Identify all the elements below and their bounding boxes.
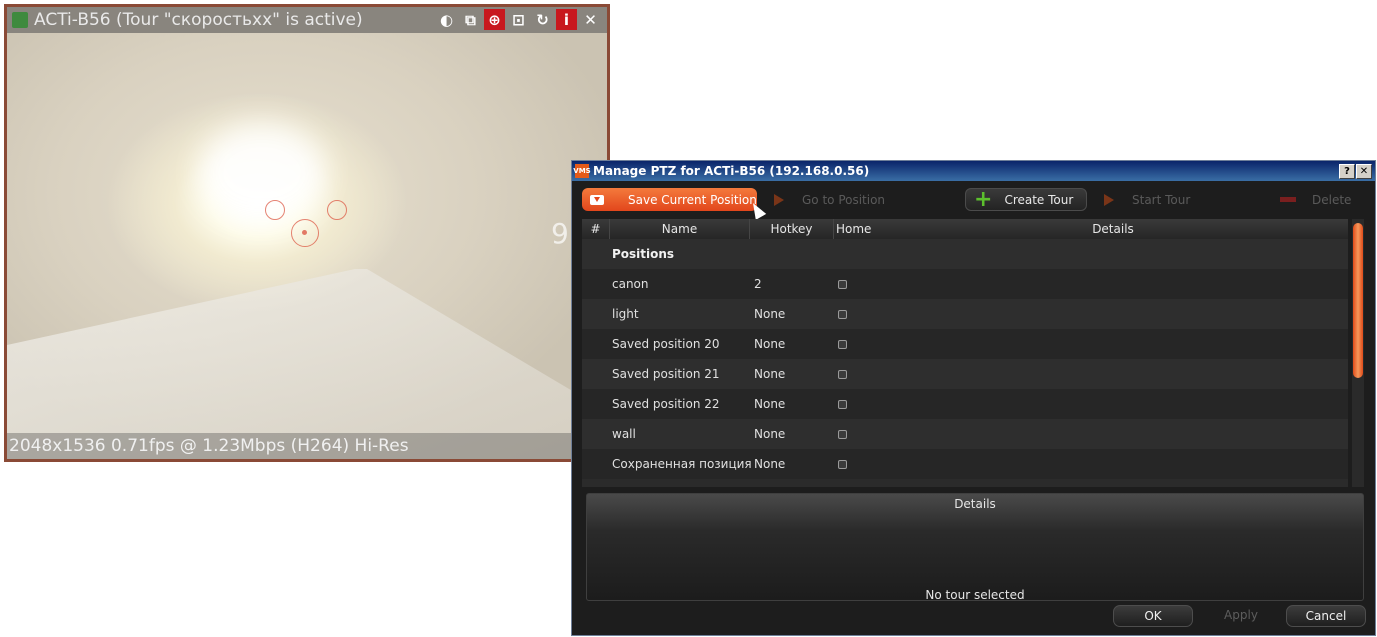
contrast-icon[interactable]: ◐	[436, 9, 457, 30]
group-label: Positions	[612, 247, 675, 261]
rotate-icon[interactable]: ↻	[532, 9, 553, 30]
position-name[interactable]: canon	[582, 277, 754, 291]
screenshot-icon[interactable]: ⊡	[508, 9, 529, 30]
position-hotkey[interactable]: None	[754, 397, 838, 411]
position-name[interactable]: Saved position 20	[582, 337, 754, 351]
position-hotkey[interactable]: None	[754, 427, 838, 441]
info-icon[interactable]: i	[556, 9, 577, 30]
camera-title: ACTi-B56 (Tour "скоростьхх" is active)	[34, 10, 363, 30]
delete-button[interactable]: Delete	[1280, 188, 1351, 211]
table-header: # Name Hotkey Home Details	[582, 219, 1348, 239]
scrollbar-thumb[interactable]	[1353, 223, 1363, 378]
save-position-icon	[590, 194, 604, 205]
light-glow-image	[197, 123, 327, 223]
position-name[interactable]: Saved position 21	[582, 367, 754, 381]
column-header-name[interactable]: Name	[610, 219, 750, 239]
column-header-details[interactable]: Details	[878, 219, 1348, 239]
mouse-cursor-icon	[747, 200, 767, 220]
table-body: Positions canon 2 light None Saved posit…	[582, 239, 1348, 479]
home-checkbox[interactable]	[838, 279, 847, 289]
column-header-hotkey[interactable]: Hotkey	[750, 219, 834, 239]
camera-tile[interactable]: 9 ACTi-B56 (Tour "скоростьхх" is active)…	[4, 4, 610, 462]
ptz-center-marker[interactable]	[291, 219, 319, 247]
minus-icon	[1280, 197, 1296, 202]
create-tour-label: Create Tour	[1004, 192, 1074, 207]
column-header-home[interactable]: Home	[834, 219, 878, 239]
save-current-position-button[interactable]: Save Current Position	[582, 188, 767, 220]
go-to-position-button[interactable]: Go to Position	[774, 188, 885, 211]
ptz-position-marker[interactable]	[265, 200, 285, 220]
home-checkbox[interactable]	[838, 459, 847, 469]
apply-button[interactable]: Apply	[1202, 605, 1280, 625]
play-icon	[1104, 193, 1114, 206]
table-row[interactable]: wall None	[582, 419, 1348, 449]
table-scrollbar[interactable]	[1352, 219, 1364, 487]
position-hotkey[interactable]: None	[754, 307, 838, 321]
delete-label: Delete	[1312, 192, 1352, 207]
position-name[interactable]: light	[582, 307, 754, 321]
camera-stream-info: 2048x1536 0.71fps @ 1.23Mbps (H264) Hi-R…	[7, 433, 607, 459]
table-row[interactable]: Сохраненная позиция 1 None	[582, 449, 1348, 479]
table-row[interactable]: light None	[582, 299, 1348, 329]
cancel-button[interactable]: Cancel	[1286, 605, 1366, 627]
home-checkbox[interactable]	[838, 339, 847, 349]
position-hotkey[interactable]: None	[754, 457, 838, 471]
layout-icon[interactable]: ⧉	[460, 9, 481, 30]
table-row[interactable]: Saved position 20 None	[582, 329, 1348, 359]
overlay-digit: 9	[551, 217, 569, 250]
status-indicator-icon	[12, 12, 28, 28]
camera-toolbar: ◐ ⧉ ⊕ ⊡ ↻ i ✕	[436, 9, 601, 30]
save-position-label: Save Current Position	[628, 192, 757, 207]
group-row-positions[interactable]: Positions	[582, 239, 1348, 269]
start-tour-label: Start Tour	[1132, 192, 1191, 207]
position-name[interactable]: Saved position 22	[582, 397, 754, 411]
dialog-titlebar[interactable]: VMS Manage PTZ for ACTi-B56 (192.168.0.5…	[572, 161, 1375, 181]
position-hotkey[interactable]: None	[754, 337, 838, 351]
table-row[interactable]: canon 2	[582, 269, 1348, 299]
go-to-position-label: Go to Position	[802, 192, 886, 207]
stream-info-text: 2048x1536 0.71fps @ 1.23Mbps (H264) Hi-R…	[9, 436, 409, 456]
help-button[interactable]: ?	[1339, 164, 1355, 179]
home-checkbox[interactable]	[838, 309, 847, 319]
home-checkbox[interactable]	[838, 429, 847, 439]
dialog-title: Manage PTZ for ACTi-B56 (192.168.0.56)	[593, 164, 870, 178]
manage-ptz-dialog: VMS Manage PTZ for ACTi-B56 (192.168.0.5…	[571, 160, 1376, 636]
home-checkbox[interactable]	[838, 399, 847, 409]
ptz-icon[interactable]: ⊕	[484, 9, 505, 30]
close-icon[interactable]: ✕	[580, 9, 601, 30]
table-row[interactable]: Saved position 22 None	[582, 389, 1348, 419]
ok-button[interactable]: OK	[1113, 605, 1193, 627]
camera-titlebar: ACTi-B56 (Tour "скоростьхх" is active) ◐…	[7, 7, 607, 33]
no-tour-message: No tour selected	[925, 588, 1025, 602]
home-checkbox[interactable]	[838, 369, 847, 379]
position-name[interactable]: wall	[582, 427, 754, 441]
position-hotkey[interactable]: None	[754, 367, 838, 381]
table-row[interactable]: Saved position 21 None	[582, 359, 1348, 389]
details-title: Details	[954, 497, 996, 511]
dialog-close-button[interactable]: ✕	[1356, 164, 1372, 179]
ptz-position-marker[interactable]	[327, 200, 347, 220]
play-icon	[774, 193, 784, 206]
ceiling-wall-image	[7, 269, 607, 459]
positions-table: # Name Hotkey Home Details Positions can…	[582, 219, 1348, 487]
camera-video-feed[interactable]: 9	[7, 33, 607, 459]
position-name[interactable]: Сохраненная позиция 1	[582, 457, 754, 471]
position-hotkey[interactable]: 2	[754, 277, 838, 291]
start-tour-button[interactable]: Start Tour	[1104, 188, 1190, 211]
ptz-toolbar: Save Current Position Go to Position + C…	[582, 188, 1372, 220]
app-icon: VMS	[573, 164, 591, 178]
plus-icon: +	[974, 186, 993, 212]
create-tour-button[interactable]: + Create Tour	[965, 188, 1087, 211]
tour-details-panel: Details No tour selected	[586, 493, 1364, 602]
column-header-number[interactable]: #	[582, 219, 610, 239]
